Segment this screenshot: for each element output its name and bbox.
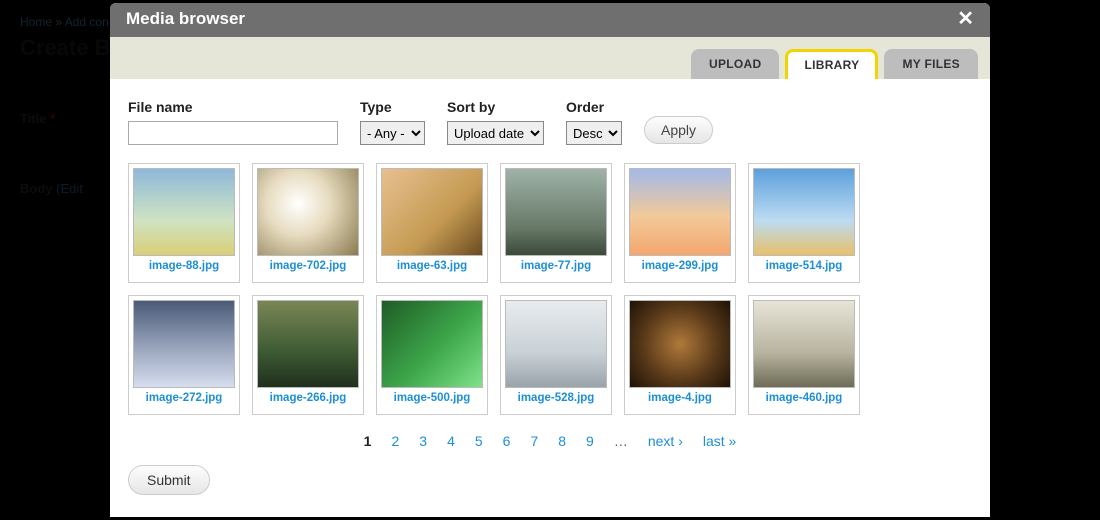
thumbnail-label: image-77.jpg xyxy=(506,257,606,275)
thumbnail-label: image-460.jpg xyxy=(754,389,854,407)
close-icon[interactable]: ✕ xyxy=(957,9,974,29)
thumbnail-label: image-266.jpg xyxy=(258,389,358,407)
pager-page[interactable]: 3 xyxy=(419,433,427,449)
tab-library[interactable]: LIBRARY xyxy=(785,49,878,79)
filter-type: Type - Any - xyxy=(360,99,425,145)
pager-page[interactable]: 4 xyxy=(447,433,455,449)
pager-last[interactable]: last » xyxy=(703,433,736,449)
thumbnail-image xyxy=(505,168,607,256)
tab-bar: UPLOAD LIBRARY MY FILES xyxy=(110,37,990,79)
thumbnail[interactable]: image-299.jpg xyxy=(624,163,736,283)
thumbnail-image xyxy=(505,300,607,388)
thumbnail-image xyxy=(753,300,855,388)
pager-page[interactable]: 9 xyxy=(586,433,594,449)
thumbnail-label: image-528.jpg xyxy=(506,389,606,407)
thumbnail[interactable]: image-88.jpg xyxy=(128,163,240,283)
modal-title: Media browser xyxy=(126,9,245,29)
thumbnail-label: image-299.jpg xyxy=(630,257,730,275)
pager-page[interactable]: 5 xyxy=(475,433,483,449)
sort-by-select[interactable]: Upload date xyxy=(447,121,544,145)
type-select[interactable]: - Any - xyxy=(360,121,425,145)
filter-file-name: File name xyxy=(128,99,338,145)
thumbnail[interactable]: image-63.jpg xyxy=(376,163,488,283)
thumbnail[interactable]: image-500.jpg xyxy=(376,295,488,415)
thumbnail[interactable]: image-266.jpg xyxy=(252,295,364,415)
pager-page[interactable]: 8 xyxy=(558,433,566,449)
thumbnail-image xyxy=(257,168,359,256)
thumbnail-label: image-272.jpg xyxy=(134,389,234,407)
modal-body: File name Type - Any - Sort by Upload da… xyxy=(110,79,990,517)
apply-button[interactable]: Apply xyxy=(644,116,713,144)
thumbnail[interactable]: image-77.jpg xyxy=(500,163,612,283)
filter-order: Order Desc xyxy=(566,99,622,145)
thumbnail-image xyxy=(257,300,359,388)
thumbnail-label: image-63.jpg xyxy=(382,257,482,275)
tab-upload[interactable]: UPLOAD xyxy=(691,49,779,79)
pager-page[interactable]: 6 xyxy=(503,433,511,449)
thumbnail[interactable]: image-272.jpg xyxy=(128,295,240,415)
pager-page: 1 xyxy=(364,433,372,449)
thumbnail-grid: image-88.jpg image-702.jpg image-63.jpg ima… xyxy=(128,163,972,415)
tab-my-files[interactable]: MY FILES xyxy=(884,49,978,79)
thumbnail-label: image-702.jpg xyxy=(258,257,358,275)
order-select[interactable]: Desc xyxy=(566,121,622,145)
order-label: Order xyxy=(566,99,622,115)
pager-ellipsis: … xyxy=(614,433,628,449)
thumbnail-image xyxy=(381,300,483,388)
media-browser-modal: Media browser ✕ UPLOAD LIBRARY MY FILES … xyxy=(110,3,990,517)
thumbnail-image xyxy=(629,168,731,256)
pager-next[interactable]: next › xyxy=(648,433,683,449)
thumbnail-label: image-514.jpg xyxy=(754,257,854,275)
thumbnail-image xyxy=(629,300,731,388)
pager-page[interactable]: 2 xyxy=(391,433,399,449)
thumbnail-image xyxy=(133,300,235,388)
thumbnail[interactable]: image-702.jpg xyxy=(252,163,364,283)
file-name-label: File name xyxy=(128,99,338,115)
sort-by-label: Sort by xyxy=(447,99,544,115)
thumbnail[interactable]: image-4.jpg xyxy=(624,295,736,415)
thumbnail[interactable]: image-514.jpg xyxy=(748,163,860,283)
filter-row: File name Type - Any - Sort by Upload da… xyxy=(128,99,972,145)
thumbnail-label: image-88.jpg xyxy=(134,257,234,275)
thumbnail-image xyxy=(381,168,483,256)
thumbnail[interactable]: image-460.jpg xyxy=(748,295,860,415)
pager: 1 2 3 4 5 6 7 8 9 … next › last » xyxy=(128,433,972,449)
thumbnail-label: image-4.jpg xyxy=(630,389,730,407)
type-label: Type xyxy=(360,99,425,115)
modal-header: Media browser ✕ xyxy=(110,3,990,37)
thumbnail-image xyxy=(133,168,235,256)
thumbnail-label: image-500.jpg xyxy=(382,389,482,407)
thumbnail[interactable]: image-528.jpg xyxy=(500,295,612,415)
file-name-input[interactable] xyxy=(128,121,338,145)
filter-sort-by: Sort by Upload date xyxy=(447,99,544,145)
submit-button[interactable]: Submit xyxy=(128,465,210,495)
pager-page[interactable]: 7 xyxy=(530,433,538,449)
thumbnail-image xyxy=(753,168,855,256)
